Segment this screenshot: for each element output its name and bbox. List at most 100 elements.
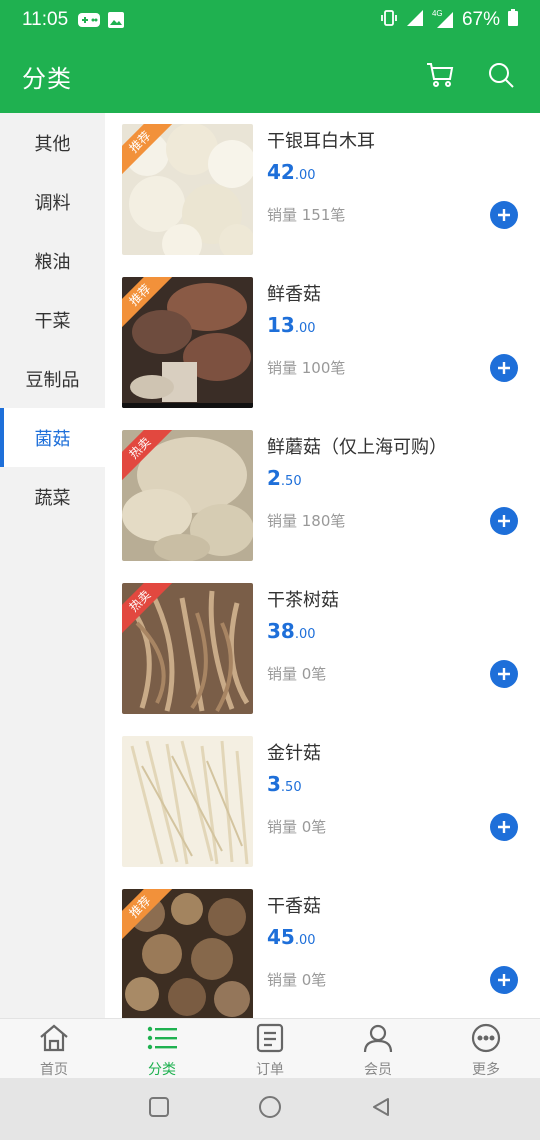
nav-category[interactable]: 分类 <box>108 1019 216 1078</box>
product-sales: 销量 151笔 <box>267 206 346 224</box>
nav-more[interactable]: 更多 <box>432 1019 540 1078</box>
product-name: 鲜香菇 <box>267 284 321 305</box>
price-integer: 13 <box>267 313 295 337</box>
product-card[interactable]: 热卖 鲜蘑菇（仅上海可购） 2.50 销量 180笔 <box>105 419 540 572</box>
nav-label: 首页 <box>40 1062 68 1078</box>
product-card[interactable]: 金针菇 3.50 销量 0笔 <box>105 725 540 878</box>
product-name: 鲜蘑菇（仅上海可购） <box>267 437 447 458</box>
product-image[interactable]: 推荐 <box>122 277 253 408</box>
status-bar: 11:05 4G 67% <box>0 0 540 40</box>
back-triangle-icon[interactable] <box>370 1096 392 1122</box>
product-name: 干银耳白木耳 <box>267 131 375 152</box>
signal-icon <box>406 9 424 32</box>
status-time: 11:05 <box>22 9 69 30</box>
sidebar-item-label: 蔬菜 <box>34 487 71 509</box>
product-price: 45.00 <box>267 925 316 949</box>
vibrate-icon <box>380 9 398 32</box>
product-image[interactable] <box>122 736 253 867</box>
order-list-icon <box>254 1023 286 1057</box>
sidebar-item-label: 调料 <box>34 192 71 214</box>
price-integer: 2 <box>267 466 281 490</box>
plus-icon <box>498 821 510 833</box>
product-price: 3.50 <box>267 772 302 796</box>
bottom-nav: 首页 分类 订单 会员 更多 <box>0 1018 540 1078</box>
add-to-cart-button[interactable] <box>490 813 518 841</box>
nav-home[interactable]: 首页 <box>0 1019 108 1078</box>
signal-4g-icon: 4G <box>431 9 454 29</box>
product-sales: 销量 0笔 <box>267 971 327 989</box>
plus-icon <box>498 209 510 221</box>
category-sidebar: 其他 调料 粮油 干菜 豆制品 菌菇 蔬菜 <box>0 113 105 1018</box>
add-to-cart-button[interactable] <box>490 201 518 229</box>
product-price: 42.00 <box>267 160 316 184</box>
product-name: 金针菇 <box>267 743 321 764</box>
price-decimal: .50 <box>280 780 302 795</box>
product-name: 干香菇 <box>267 896 321 917</box>
price-decimal: .00 <box>294 627 316 642</box>
top-bar: 11:05 4G 67% 分类 <box>0 0 540 113</box>
sidebar-item-dried-vegetables[interactable]: 干菜 <box>0 290 105 349</box>
network-type-label: 4G <box>431 9 443 18</box>
product-image[interactable]: 推荐 <box>122 124 253 255</box>
sidebar-item-grain-oil[interactable]: 粮油 <box>0 231 105 290</box>
nav-orders[interactable]: 订单 <box>216 1019 324 1078</box>
app-bar: 分类 <box>0 40 540 113</box>
price-decimal: .00 <box>294 321 316 336</box>
sidebar-item-other[interactable]: 其他 <box>0 113 105 172</box>
price-decimal: .00 <box>294 168 316 183</box>
search-icon[interactable] <box>488 62 514 92</box>
price-integer: 3 <box>267 772 281 796</box>
price-integer: 42 <box>267 160 295 184</box>
home-circle-icon[interactable] <box>258 1095 282 1123</box>
category-list-icon <box>146 1023 178 1057</box>
sidebar-item-mushrooms[interactable]: 菌菇 <box>0 408 105 467</box>
product-price: 2.50 <box>267 466 302 490</box>
nav-label: 分类 <box>148 1062 176 1078</box>
sidebar-item-label: 菌菇 <box>34 428 71 450</box>
product-sales: 销量 180笔 <box>267 512 346 530</box>
sidebar-item-label: 干菜 <box>34 310 71 332</box>
sidebar-item-label: 粮油 <box>34 251 71 273</box>
sidebar-item-soy-products[interactable]: 豆制品 <box>0 349 105 408</box>
more-icon <box>470 1023 502 1057</box>
page-title: 分类 <box>22 65 72 93</box>
home-icon <box>38 1023 70 1057</box>
product-image[interactable]: 推荐 <box>122 889 253 1018</box>
product-price: 13.00 <box>267 313 316 337</box>
nav-member[interactable]: 会员 <box>324 1019 432 1078</box>
system-nav-bar <box>0 1078 540 1140</box>
add-to-cart-button[interactable] <box>490 966 518 994</box>
price-integer: 38 <box>267 619 295 643</box>
sidebar-item-seasoning[interactable]: 调料 <box>0 172 105 231</box>
battery-percent: 67% <box>461 9 500 30</box>
product-card[interactable]: 推荐 鲜香菇 13.00 销量 100笔 <box>105 266 540 419</box>
recents-square-icon[interactable] <box>148 1096 170 1122</box>
product-card[interactable]: 热卖 干茶树菇 38.00 销量 0笔 <box>105 572 540 725</box>
product-list: 推荐 干银耳白木耳 42.00 销量 151笔 推荐 鲜香菇 13.00 销量 … <box>105 113 540 1018</box>
plus-icon <box>498 974 510 986</box>
product-image[interactable]: 热卖 <box>122 583 253 714</box>
sidebar-item-label: 豆制品 <box>25 369 80 391</box>
nav-label: 更多 <box>472 1062 500 1078</box>
sidebar-item-vegetables[interactable]: 蔬菜 <box>0 467 105 526</box>
price-decimal: .50 <box>280 474 302 489</box>
product-card[interactable]: 推荐 干银耳白木耳 42.00 销量 151笔 <box>105 113 540 266</box>
product-sales: 销量 0笔 <box>267 665 327 683</box>
user-icon <box>362 1023 394 1057</box>
gamepad-notification-icon <box>78 13 101 27</box>
product-price: 38.00 <box>267 619 316 643</box>
plus-icon <box>498 515 510 527</box>
battery-icon <box>508 9 518 31</box>
plus-icon <box>498 668 510 680</box>
plus-icon <box>498 362 510 374</box>
product-image[interactable]: 热卖 <box>122 430 253 561</box>
image-notification-icon <box>108 12 125 28</box>
sidebar-item-label: 其他 <box>34 133 71 155</box>
cart-icon[interactable] <box>426 62 454 92</box>
product-card[interactable]: 推荐 干香菇 45.00 销量 0笔 <box>105 878 540 1018</box>
add-to-cart-button[interactable] <box>490 507 518 535</box>
add-to-cart-button[interactable] <box>490 660 518 688</box>
nav-label: 会员 <box>364 1062 392 1078</box>
add-to-cart-button[interactable] <box>490 354 518 382</box>
product-sales: 销量 100笔 <box>267 359 346 377</box>
